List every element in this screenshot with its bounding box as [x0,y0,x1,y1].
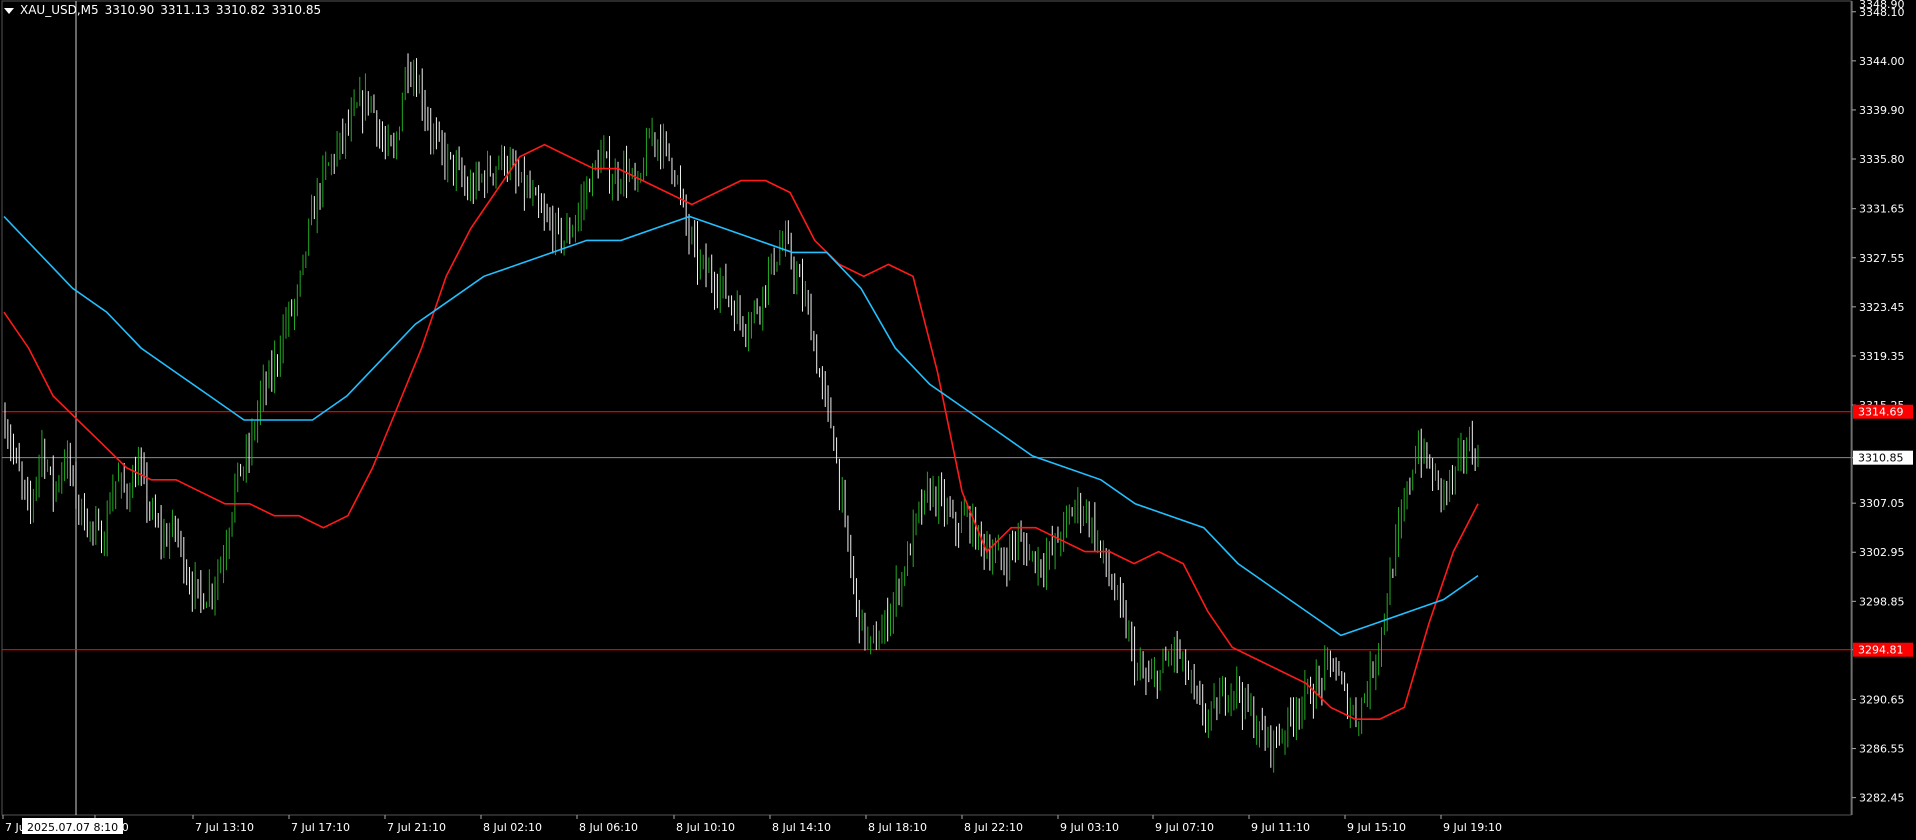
level-label: 3314.69 [1858,406,1904,419]
x-tick-label: 8 Jul 10:10 [676,821,735,834]
plot-frame [1,0,1852,816]
x-tick-label: 9 Jul 03:10 [1060,821,1119,834]
y-top-label: 3348.90 [1859,0,1905,11]
ohlc-open: 3310.90 [104,3,155,17]
y-tick-label: 3319.35 [1859,350,1905,363]
dropdown-triangle-icon[interactable] [4,7,14,14]
x-tick-label: 8 Jul 18:10 [868,821,927,834]
level-label: 3294.81 [1858,644,1904,657]
ohlc-high: 3311.13 [160,3,210,17]
x-tick-label: 8 Jul 02:10 [483,821,542,834]
x-tick-label: 9 Jul 15:10 [1347,821,1406,834]
y-tick-label: 3339.90 [1859,104,1905,117]
chart-header: XAU_USD,M5 3310.90 3311.13 3310.82 3310.85 [4,3,327,17]
y-tick-label: 3290.65 [1859,693,1905,706]
y-tick-label: 3327.55 [1859,252,1905,265]
y-tick-label: 3286.55 [1859,743,1905,756]
y-tick-label: 3344.00 [1859,55,1905,68]
ma-slow-line [3,215,1479,637]
x-tick-label: 7 Jul 13:10 [195,821,254,834]
x-tick-label: 8 Jul 22:10 [964,821,1023,834]
crosshair-label: 2025.07.07 8:10 [27,821,118,834]
x-tick-label: 8 Jul 14:10 [772,821,831,834]
symbol-label: XAU_USD,M5 [20,3,99,17]
x-tick-label: 7 Jul 21:10 [387,821,446,834]
y-tick-label: 3302.95 [1859,546,1905,559]
ohlc-low: 3310.82 [215,3,266,17]
x-tick-label: 8 Jul 06:10 [579,821,638,834]
x-tick-label: 9 Jul 19:10 [1443,821,1502,834]
x-tick-label: 9 Jul 11:10 [1251,821,1310,834]
y-tick-label: 3323.45 [1859,301,1905,314]
x-tick-label: 9 Jul 07:10 [1155,821,1214,834]
y-tick-label: 3335.80 [1859,153,1905,166]
ohlc-close: 3310.85 [271,3,322,17]
y-tick-label: 3307.05 [1859,497,1905,510]
ma-fast-line [3,143,1479,721]
y-tick-label: 3331.65 [1859,203,1905,216]
x-tick-label: 7 Jul 17:10 [291,821,350,834]
y-tick-label: 3282.45 [1859,792,1905,805]
y-tick-label: 3298.85 [1859,595,1905,608]
bid-label: 3310.85 [1858,452,1904,465]
price-chart[interactable]: 3348.103344.003339.903335.803331.653327.… [0,0,1916,840]
